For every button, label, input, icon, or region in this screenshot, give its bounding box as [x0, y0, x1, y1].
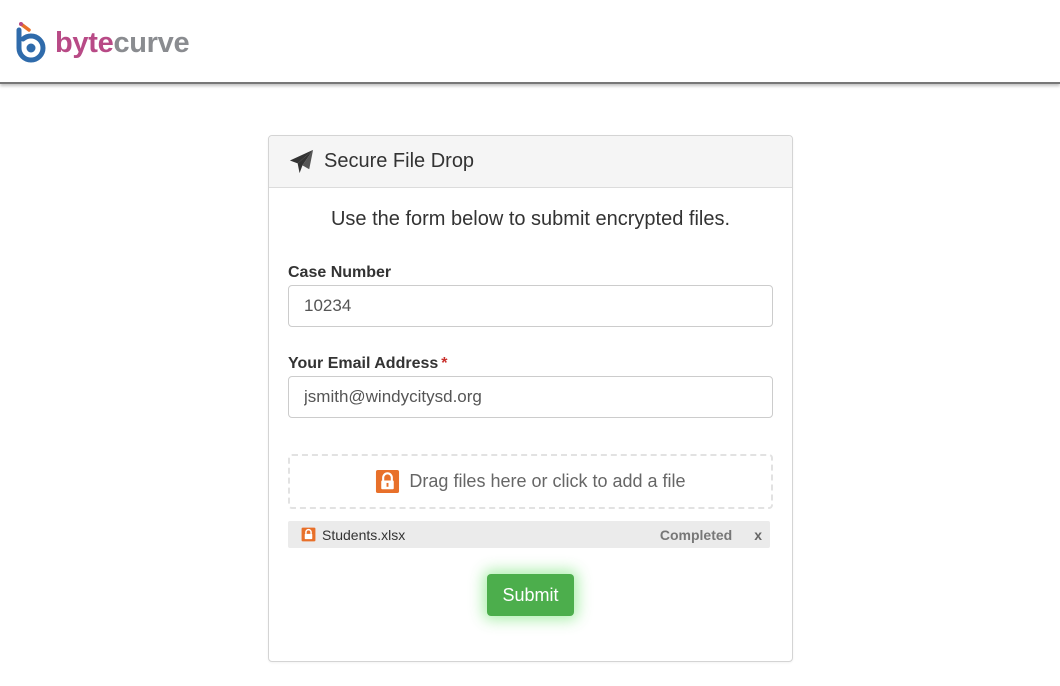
logo-wordmark: bytecurve [55, 26, 190, 59]
uploaded-file-row: Students.xlsx Completed x [288, 521, 770, 548]
lock-icon [376, 469, 400, 494]
file-dropzone[interactable]: Drag files here or click to add a file [288, 454, 773, 509]
case-number-label: Case Number [288, 264, 392, 281]
file-name: Students.xlsx [322, 526, 406, 543]
paper-plane-icon [289, 149, 314, 174]
panel-title: Secure File Drop [324, 150, 475, 172]
email-input[interactable] [288, 376, 773, 418]
top-bar: bytecurve [0, 0, 1060, 84]
remove-file-button[interactable]: x [754, 527, 762, 543]
email-label-text: Your Email Address [288, 355, 439, 372]
logo-text-byte: byte [55, 26, 114, 59]
required-marker: * [441, 355, 448, 372]
secure-file-drop-panel: Secure File Drop Use the form below to s… [268, 135, 793, 662]
dropzone-text: Drag files here or click to add a file [409, 471, 686, 491]
file-status: Completed [659, 526, 733, 543]
panel-header: Secure File Drop [269, 136, 792, 188]
logo-text-curve: curve [113, 26, 190, 59]
case-number-input[interactable] [288, 285, 773, 327]
submit-button[interactable]: Submit [487, 574, 574, 616]
bytecurve-logo[interactable]: bytecurve [13, 20, 190, 64]
bytecurve-logo-icon [16, 22, 46, 63]
email-label: Your Email Address * [288, 355, 448, 373]
intro-text: Use the form below to submit encrypted f… [330, 208, 731, 230]
lock-icon [301, 527, 316, 542]
